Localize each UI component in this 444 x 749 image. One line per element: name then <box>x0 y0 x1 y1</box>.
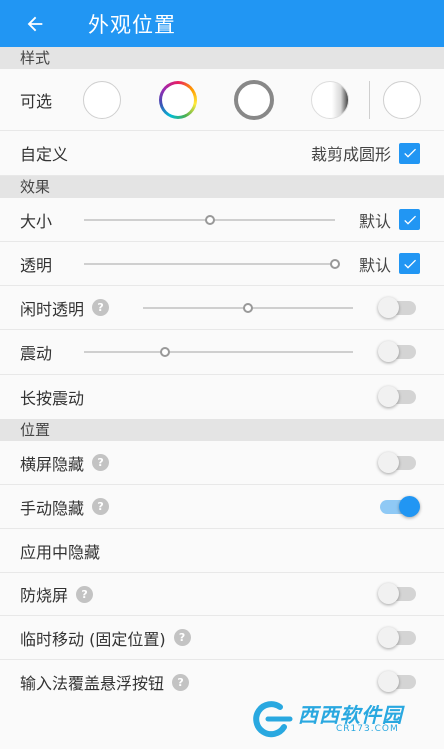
opacity-slider[interactable] <box>84 258 340 269</box>
temp-move-label: 临时移动 (固定位置) <box>20 629 166 649</box>
opacity-default-label: 默认 <box>358 255 391 275</box>
longpress-vibrate-label: 长按震动 <box>20 389 85 408</box>
style-option-custom[interactable] <box>383 81 421 119</box>
opacity-label: 透明 <box>20 255 53 275</box>
opacity-default-checkbox[interactable] <box>399 253 420 274</box>
vibrate-switch[interactable] <box>378 341 416 362</box>
manual-hide-label: 手动隐藏 <box>20 498 85 518</box>
style-option-halfshade[interactable] <box>311 81 349 119</box>
temp-move-row: 临时移动 (固定位置) ? <box>0 616 444 660</box>
check-icon <box>403 148 416 158</box>
crop-circle-label: 裁剪成圆形 <box>310 145 391 164</box>
page-title: 外观位置 <box>88 12 176 37</box>
landscape-hide-label: 横屏隐藏 <box>20 454 85 474</box>
switch-thumb <box>378 451 399 473</box>
opacity-slider-knob[interactable] <box>330 258 340 269</box>
app-hide-label: 应用中隐藏 <box>20 542 101 562</box>
switch-thumb <box>378 626 399 648</box>
style-divider <box>369 81 370 119</box>
idle-opacity-row: 闲时透明 ? <box>0 286 444 330</box>
burn-in-switch[interactable] <box>378 583 416 604</box>
switch-thumb <box>378 341 399 362</box>
size-label: 大小 <box>20 211 53 231</box>
ime-cover-switch[interactable] <box>378 671 416 692</box>
arrow-back-icon <box>27 16 43 31</box>
style-options-row: 可选 <box>0 69 444 131</box>
custom-label: 自定义 <box>20 145 69 164</box>
section-header-style: 样式 <box>0 47 444 69</box>
logo-mark-icon <box>253 701 293 738</box>
switch-thumb <box>378 386 399 407</box>
vibrate-slider[interactable] <box>84 347 353 357</box>
help-icon[interactable]: ? <box>172 673 190 691</box>
style-option-ring[interactable] <box>234 80 274 120</box>
check-icon <box>403 259 416 269</box>
idle-opacity-slider-knob[interactable] <box>243 302 253 313</box>
switch-thumb <box>378 296 399 318</box>
temp-move-switch[interactable] <box>378 626 416 648</box>
style-option-plain[interactable] <box>83 81 121 119</box>
section-header-position: 位置 <box>0 419 444 441</box>
help-icon[interactable]: ? <box>92 498 110 515</box>
size-default-checkbox[interactable] <box>399 209 420 230</box>
vibrate-row: 震动 <box>0 330 444 375</box>
size-row: 大小 默认 <box>0 198 444 242</box>
crop-circle-checkbox[interactable] <box>399 142 420 164</box>
help-icon[interactable]: ? <box>173 629 191 646</box>
manual-hide-switch[interactable] <box>380 495 420 517</box>
vibrate-slider-knob[interactable] <box>159 347 170 357</box>
app-bar: 外观位置 <box>0 0 444 47</box>
help-icon[interactable]: ? <box>92 299 110 316</box>
idle-opacity-switch[interactable] <box>378 296 416 318</box>
longpress-vibrate-switch[interactable] <box>378 386 416 407</box>
section-header-effect: 效果 <box>0 176 444 198</box>
help-icon[interactable]: ? <box>76 585 94 603</box>
opacity-row: 透明 默认 <box>0 242 444 286</box>
burn-in-row: 防烧屏 ? <box>0 573 444 616</box>
longpress-vibrate-row: 长按震动 <box>0 375 444 419</box>
style-option-rainbow[interactable] <box>159 81 197 119</box>
switch-thumb <box>378 583 399 604</box>
style-options-label: 可选 <box>20 91 53 111</box>
crop-circle-group: 裁剪成圆形 <box>311 131 420 175</box>
idle-opacity-label: 闲时透明 <box>20 299 85 319</box>
size-default-group: 默认 <box>359 198 420 241</box>
landscape-hide-row: 横屏隐藏 ? <box>0 441 444 485</box>
watermark-subtext: CR173.COM <box>336 724 399 734</box>
app-hide-row[interactable]: 应用中隐藏 <box>0 529 444 573</box>
size-slider-knob[interactable] <box>204 214 215 225</box>
check-icon <box>403 215 416 225</box>
burn-in-label: 防烧屏 <box>20 586 69 605</box>
custom-row: 自定义 裁剪成圆形 <box>0 131 444 176</box>
manual-hide-row: 手动隐藏 ? <box>0 485 444 529</box>
ime-cover-row: 输入法覆盖悬浮按钮 ? <box>0 660 444 704</box>
opacity-default-group: 默认 <box>359 242 420 285</box>
switch-thumb <box>399 495 420 517</box>
vibrate-label: 震动 <box>20 344 53 363</box>
ime-cover-label: 输入法覆盖悬浮按钮 <box>20 674 165 693</box>
landscape-hide-switch[interactable] <box>378 451 416 473</box>
help-icon[interactable]: ? <box>92 454 110 471</box>
size-default-label: 默认 <box>358 211 391 231</box>
back-button[interactable] <box>18 7 52 41</box>
switch-thumb <box>378 671 399 692</box>
size-slider[interactable] <box>84 214 335 225</box>
idle-opacity-slider[interactable] <box>143 302 353 313</box>
watermark-logo: 西西软件园 CR173.COM <box>250 699 426 739</box>
